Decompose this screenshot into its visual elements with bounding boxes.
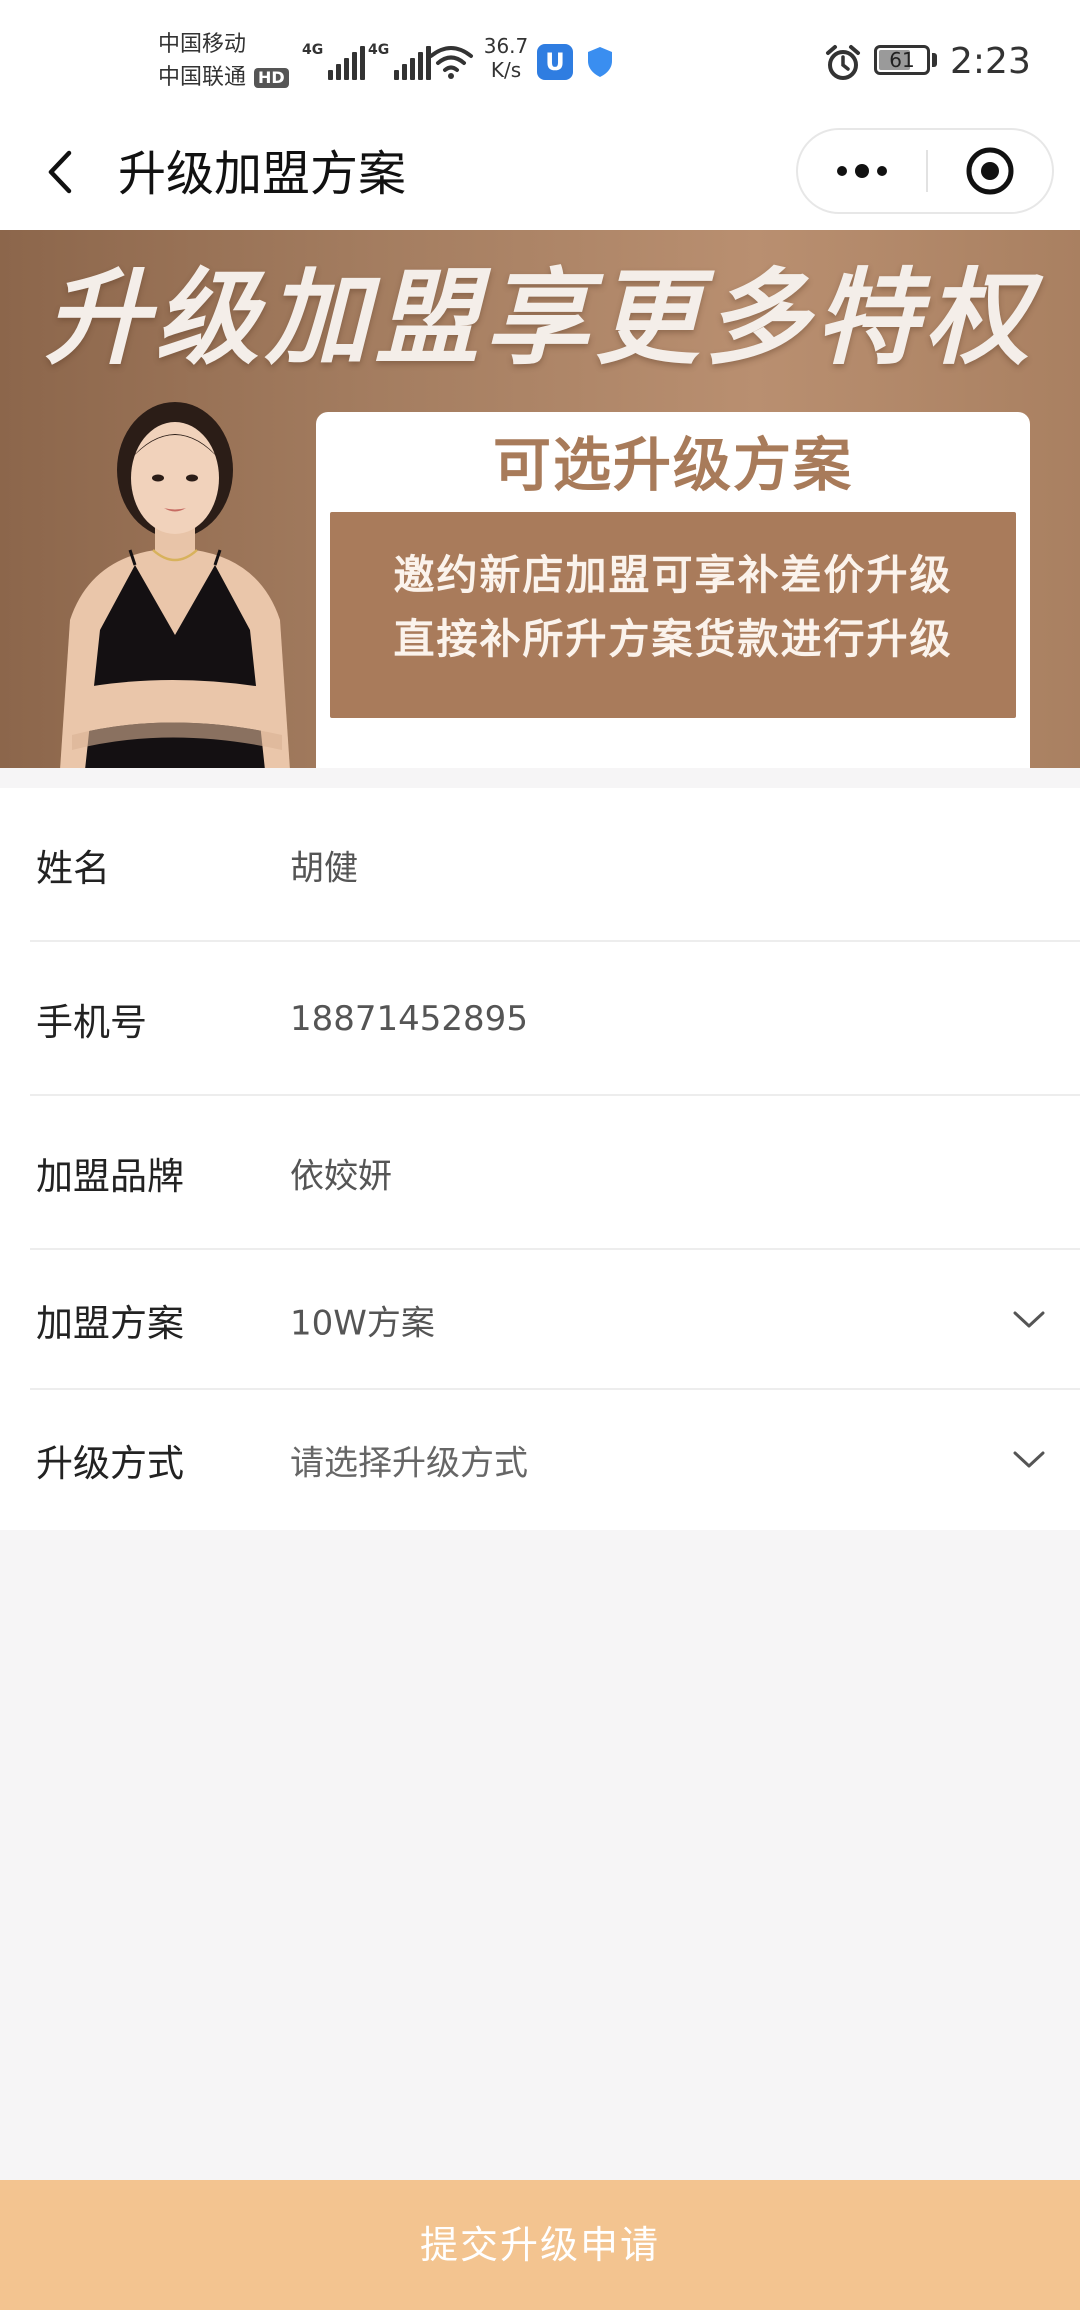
plan-value: 10W方案: [290, 1303, 435, 1344]
app-notification-icon: U: [537, 44, 573, 80]
upgrade-method-select[interactable]: 升级方式 请选择升级方式: [0, 1390, 1080, 1530]
nav-bar: 升级加盟方案: [0, 118, 1080, 230]
network-type-2: 4G: [368, 42, 390, 58]
close-target-icon: [966, 147, 1014, 195]
page-title: 升级加盟方案: [118, 146, 407, 202]
speed-unit: K/s: [490, 58, 522, 82]
shield-icon: [588, 47, 612, 77]
banner-card-line-1: 邀约新店加盟可享补差价升级: [393, 551, 953, 599]
upgrade-form: 姓名 胡健 手机号 18871452895 加盟品牌 依姣妍 加盟方案 10W方…: [0, 788, 1080, 1530]
phone-field[interactable]: 18871452895: [290, 999, 528, 1039]
more-button[interactable]: [798, 130, 926, 212]
upgrade-method-placeholder: 请选择升级方式: [290, 1443, 528, 1484]
chevron-down-icon: [1013, 1451, 1045, 1468]
battery-nub: [932, 53, 937, 67]
carrier-2: 中国联通: [158, 65, 247, 90]
banner-card-body: 邀约新店加盟可享补差价升级 直接补所升方案货款进行升级: [330, 512, 1016, 718]
banner-card-title: 可选升级方案: [492, 431, 853, 499]
more-dots-icon: [837, 164, 887, 178]
banner-card-line-2: 直接补所升方案货款进行升级: [393, 615, 953, 663]
phone-label: 手机号: [36, 1001, 147, 1044]
carrier-1: 中国移动: [158, 32, 247, 57]
signal-icon-2: 4G: [368, 42, 432, 80]
back-button[interactable]: [30, 142, 90, 202]
alarm-icon: [826, 45, 860, 80]
submit-upgrade-button[interactable]: 提交升级申请: [0, 2180, 1080, 2310]
network-type-1: 4G: [302, 42, 324, 58]
status-time: 2:23: [950, 41, 1031, 82]
form-row-brand: 加盟品牌 依姣妍: [0, 1096, 1080, 1250]
banner-upgrade-card: 可选升级方案 邀约新店加盟可享补差价升级 直接补所升方案货款进行升级: [316, 412, 1030, 768]
form-row-phone: 手机号 18871452895: [0, 942, 1080, 1096]
model-photo-illustration: [60, 402, 290, 768]
battery-icon: 61: [874, 45, 930, 75]
promo-banner: 升级加盟享更多特权 可选升级方案 邀约新店加盟可享补差价升级 直接补所升方案货款…: [0, 230, 1080, 768]
miniprogram-capsule: [796, 128, 1054, 214]
plan-label: 加盟方案: [36, 1302, 184, 1345]
upgrade-method-label: 升级方式: [36, 1442, 184, 1485]
brand-label: 加盟品牌: [36, 1155, 184, 1198]
brand-field[interactable]: 依姣妍: [290, 1149, 392, 1198]
network-speed: 36.7 K/s: [478, 34, 534, 82]
battery-level: 61: [889, 48, 915, 72]
name-field[interactable]: 胡健: [290, 841, 358, 890]
form-row-name: 姓名 胡健: [0, 788, 1080, 942]
back-arrow-icon: [48, 150, 72, 194]
close-button[interactable]: [928, 130, 1052, 212]
plan-select[interactable]: 加盟方案 10W方案: [0, 1250, 1080, 1390]
status-bar: 中国移动 中国联通 HD 4G 4G 36.7 K/s U 61 2:23: [0, 0, 1080, 118]
speed-value: 36.7: [483, 34, 529, 58]
signal-icon: 4G: [302, 42, 366, 80]
wifi-icon: [429, 46, 473, 79]
name-label: 姓名: [36, 847, 110, 890]
carrier-info: 中国移动 中国联通 HD: [158, 28, 289, 94]
app-root: 中国移动 中国联通 HD 4G 4G 36.7 K/s U 61 2:23 升级…: [0, 0, 1080, 2310]
hd-badge: HD: [254, 67, 289, 88]
banner-headline: 升级加盟享更多特权: [44, 257, 1035, 379]
chevron-down-icon: [1013, 1311, 1045, 1328]
